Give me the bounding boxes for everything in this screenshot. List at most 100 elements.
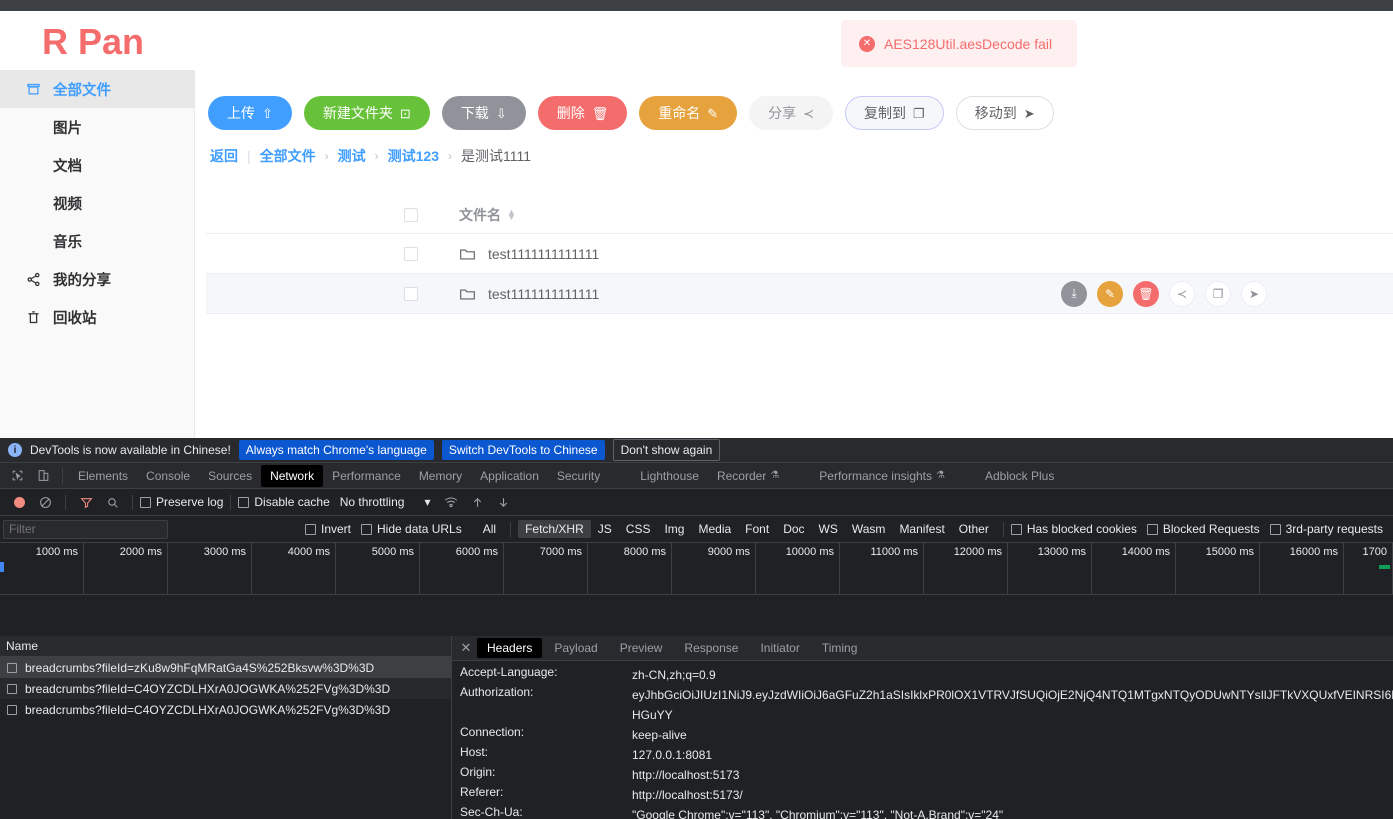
filter-type-font[interactable]: Font: [738, 520, 776, 538]
download-button[interactable]: 下载 ⇩: [441, 96, 526, 130]
table-row[interactable]: test1111111111111 ⤓ ✎ 🗑 ≺ ❐ ➤: [206, 274, 1393, 314]
network-timeline[interactable]: 1000 ms 2000 ms 3000 ms 4000 ms 5000 ms …: [0, 543, 1393, 595]
request-row[interactable]: breadcrumbs?fileId=C4OYZCDLHXrA0JOGWKA%2…: [0, 699, 451, 720]
share-icon[interactable]: ≺: [1169, 280, 1195, 307]
rename-label: 重命名: [658, 105, 701, 121]
import-har-icon[interactable]: [464, 491, 490, 513]
header-key: Authorization:: [460, 685, 534, 699]
detail-tab-preview[interactable]: Preview: [610, 638, 673, 658]
request-row[interactable]: breadcrumbs?fileId=zKu8w9hFqMRatGa4S%252…: [0, 657, 451, 678]
row-action-group: ⤓ ✎ 🗑 ≺ ❐ ➤: [1061, 280, 1267, 307]
column-header-name[interactable]: 文件名 ▲ ▼: [459, 205, 516, 225]
delete-icon[interactable]: 🗑: [1133, 280, 1159, 307]
blocked-requests-checkbox[interactable]: Blocked Requests: [1146, 522, 1260, 536]
search-icon[interactable]: [99, 491, 125, 513]
filter-type-fetch-xhr[interactable]: Fetch/XHR: [518, 520, 591, 538]
tab-adblock-plus[interactable]: Adblock Plus: [976, 465, 1063, 487]
sidebar-item-music[interactable]: 音乐: [0, 222, 194, 260]
dont-show-again-button[interactable]: Don't show again: [612, 439, 721, 461]
tab-elements[interactable]: Elements: [69, 465, 137, 487]
filter-type-ws[interactable]: WS: [812, 520, 845, 538]
sidebar-item-my-shares[interactable]: 我的分享: [0, 260, 194, 298]
sort-toggle-icon[interactable]: ▲ ▼: [507, 207, 516, 221]
filter-type-img[interactable]: Img: [657, 520, 691, 538]
filter-type-js[interactable]: JS: [591, 520, 619, 538]
device-toolbar-icon[interactable]: [30, 464, 56, 488]
flask-icon: ⚗: [936, 470, 945, 481]
clear-button[interactable]: [32, 491, 58, 513]
sidebar-item-images[interactable]: 图片: [0, 108, 194, 146]
timeline-tick: 3000 ms: [203, 546, 246, 558]
detail-tab-response[interactable]: Response: [674, 638, 748, 658]
breadcrumb-back[interactable]: 返回: [210, 146, 238, 166]
record-button[interactable]: [6, 491, 32, 513]
hide-data-urls-checkbox[interactable]: Hide data URLs: [361, 522, 462, 536]
tab-memory[interactable]: Memory: [410, 465, 471, 487]
detail-tab-headers[interactable]: Headers: [477, 638, 543, 658]
sidebar-item-recycle-bin[interactable]: 回收站: [0, 298, 194, 336]
checkbox-box: [1146, 523, 1158, 535]
tab-label: Memory: [418, 468, 463, 483]
invert-checkbox[interactable]: Invert: [305, 522, 351, 536]
filter-type-css[interactable]: CSS: [619, 520, 658, 538]
disable-cache-checkbox[interactable]: Disable cache: [238, 495, 330, 509]
sidebar-item-label: 全部文件: [53, 82, 111, 99]
detail-tab-payload[interactable]: Payload: [544, 638, 607, 658]
delete-button[interactable]: 删除 🗑: [537, 96, 628, 130]
preserve-log-checkbox[interactable]: Preserve log: [140, 495, 223, 509]
breadcrumb-item-2[interactable]: 测试123: [388, 146, 439, 166]
switch-devtools-chinese-button[interactable]: Switch DevTools to Chinese: [441, 440, 605, 460]
row-checkbox[interactable]: [404, 246, 418, 261]
third-party-requests-checkbox[interactable]: 3rd-party requests: [1269, 522, 1383, 536]
upload-button[interactable]: 上传 ⇧: [208, 96, 292, 130]
new-folder-button[interactable]: 新建文件夹 ⊡: [303, 96, 430, 130]
detail-tab-timing[interactable]: Timing: [812, 638, 868, 658]
table-row[interactable]: test1111111111111: [206, 234, 1393, 274]
tab-performance-insights[interactable]: Performance insights ⚗: [810, 465, 954, 487]
tab-console[interactable]: Console: [137, 465, 199, 487]
filter-input[interactable]: [3, 519, 168, 539]
filter-type-manifest[interactable]: Manifest: [892, 520, 951, 538]
select-all-checkbox[interactable]: [404, 207, 418, 222]
sidebar-item-videos[interactable]: 视频: [0, 184, 194, 222]
detail-tab-initiator[interactable]: Initiator: [750, 638, 809, 658]
move-icon[interactable]: ➤: [1241, 280, 1267, 307]
network-conditions-icon[interactable]: [438, 491, 464, 513]
filter-type-doc[interactable]: Doc: [776, 520, 811, 538]
copy-icon[interactable]: ❐: [1205, 280, 1231, 307]
sidebar-item-all-files[interactable]: 全部文件: [0, 70, 194, 108]
tab-lighthouse[interactable]: Lighthouse: [631, 465, 708, 487]
filter-icon[interactable]: [73, 491, 99, 513]
copy-to-button[interactable]: 复制到 ❐: [845, 96, 944, 130]
throttling-select[interactable]: No throttling ▾: [340, 495, 431, 509]
rename-button[interactable]: 重命名 ✎: [639, 96, 738, 130]
always-match-language-button[interactable]: Always match Chrome's language: [238, 440, 434, 460]
filter-type-media[interactable]: Media: [691, 520, 738, 538]
has-blocked-cookies-checkbox[interactable]: Has blocked cookies: [1010, 522, 1137, 536]
toolbar-divider: [1002, 521, 1004, 537]
tab-security[interactable]: Security: [548, 465, 609, 487]
filter-type-other[interactable]: Other: [952, 520, 996, 538]
tab-performance[interactable]: Performance: [323, 465, 410, 487]
timeline-tick: 8000 ms: [623, 546, 666, 558]
export-har-icon[interactable]: [490, 491, 516, 513]
filter-type-wasm[interactable]: Wasm: [845, 520, 893, 538]
breadcrumb-item-0[interactable]: 全部文件: [260, 146, 316, 166]
tab-network[interactable]: Network: [261, 464, 324, 487]
tab-application[interactable]: Application: [471, 465, 548, 487]
tab-recorder[interactable]: Recorder ⚗: [708, 465, 788, 487]
rename-icon[interactable]: ✎: [1097, 280, 1123, 307]
row-checkbox[interactable]: [404, 286, 418, 301]
filter-type-all[interactable]: All: [476, 520, 503, 538]
tab-sources[interactable]: Sources: [199, 465, 261, 487]
request-detail-pane: ✕ Headers Payload Preview Response Initi…: [452, 636, 1393, 819]
move-to-button[interactable]: 移动到 ➤: [955, 96, 1054, 130]
request-row[interactable]: breadcrumbs?fileId=C4OYZCDLHXrA0JOGWKA%2…: [0, 678, 451, 699]
share-button[interactable]: 分享 ≺: [749, 96, 834, 130]
breadcrumb-item-1[interactable]: 测试: [338, 146, 366, 166]
close-icon[interactable]: ✕: [457, 640, 475, 656]
request-list-header[interactable]: Name: [0, 636, 451, 657]
inspect-element-icon[interactable]: [4, 464, 30, 488]
sidebar-item-documents[interactable]: 文档: [0, 146, 194, 184]
download-icon[interactable]: ⤓: [1061, 280, 1087, 307]
